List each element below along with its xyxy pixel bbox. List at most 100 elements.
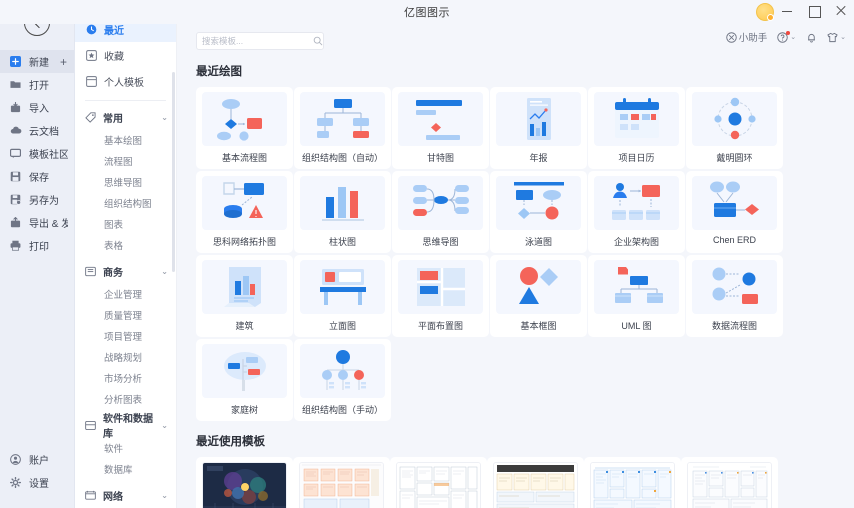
category-sub-item[interactable]: 组织结构图 [75, 192, 176, 213]
template-card[interactable]: B站商业画布 [584, 457, 681, 508]
canvas-dark-head-thumb [494, 463, 577, 508]
drawing-card[interactable]: 家庭树 [196, 339, 293, 421]
drawing-card[interactable]: 建筑 [196, 255, 293, 337]
familytree-icon [223, 352, 266, 391]
category-sub-item[interactable]: 图表 [75, 213, 176, 234]
card-label: 戴明圆环 [716, 153, 753, 163]
nav-item-export-send[interactable]: 导出 & 发送 [0, 211, 74, 234]
drawing-card[interactable]: 年报 [490, 87, 587, 169]
nav-item-settings[interactable]: 设置 [0, 471, 74, 494]
drawing-card[interactable]: UML 图 [588, 255, 685, 337]
star-box-icon [85, 49, 97, 61]
chevron-down-icon[interactable]: ⌄ [790, 33, 796, 41]
drawing-card[interactable]: 基本框图 [490, 255, 587, 337]
card-thumbnail [300, 260, 385, 314]
template-card[interactable]: 顺丰商业分析画布 [390, 457, 487, 508]
category-sub-item[interactable]: 基本绘图 [75, 129, 176, 150]
category-group-software-database[interactable]: 软件和数据库 ⌄ [75, 413, 176, 440]
search-box[interactable] [196, 32, 324, 50]
category-sub-item[interactable]: 项目管理 [75, 325, 176, 346]
drawing-card[interactable]: 思科网络拓扑图 [196, 171, 293, 253]
nav-item-cloud[interactable]: 云文档 [0, 119, 74, 142]
drawing-card[interactable]: 甘特图 [392, 87, 489, 169]
template-card[interactable]: 苹果商业画布 [681, 457, 778, 508]
card-label: 家庭树 [230, 405, 258, 415]
chevron-down-icon[interactable]: ⌄ [161, 113, 168, 122]
drawing-card[interactable]: Chen ERD [686, 171, 783, 253]
category-sub-item[interactable]: 质量管理 [75, 304, 176, 325]
user-avatar[interactable] [756, 3, 774, 21]
new-plus-button[interactable]: + [60, 56, 67, 68]
card-label: 组织结构图（手动） [301, 405, 383, 415]
recent-templates-grid: 产品全向数据图 [196, 457, 854, 508]
card-thumbnail [202, 176, 287, 230]
category-group-network[interactable]: 网络 ⌄ [75, 483, 176, 507]
nav-item-save-as[interactable]: 另存为 [0, 188, 74, 211]
nav-item-open[interactable]: 打开 [0, 73, 74, 96]
card-thumbnail [594, 92, 679, 146]
notification-button[interactable] [806, 32, 817, 43]
chevron-down-icon[interactable]: ⌄ [840, 33, 846, 41]
nav-item-save[interactable]: 保存 [0, 165, 74, 188]
drawing-card[interactable]: 基本流程图 [196, 87, 293, 169]
theme-button[interactable]: ⌄ [827, 32, 846, 43]
app-window: 亿图图示 新建 + 打开 导入 云文档 模板社区 保存 另存为 导出 & 发 打… [0, 0, 854, 508]
print-icon [9, 239, 22, 252]
drawing-card[interactable]: 泳道图 [490, 171, 587, 253]
category-sub-item[interactable]: 分析图表 [75, 388, 176, 409]
drawing-card[interactable]: 数据流程图 [686, 255, 783, 337]
search-input[interactable] [202, 36, 313, 46]
nav-label: 导入 [29, 104, 49, 115]
left-nav: 新建 + 打开 导入 云文档 模板社区 保存 另存为 导出 & 发 打印 账户 … [0, 0, 75, 508]
category-sub-item[interactable]: 软件 [75, 437, 176, 458]
category-favorites[interactable]: 收藏 [75, 42, 176, 68]
card-label: 基本流程图 [221, 153, 267, 163]
drawing-card[interactable]: 柱状图 [294, 171, 391, 253]
drawing-card[interactable]: 立面图 [294, 255, 391, 337]
category-sub-item[interactable]: 思维导图 [75, 171, 176, 192]
sidebar-scrollbar[interactable] [172, 72, 175, 272]
category-sub-item[interactable]: 战略规划 [75, 346, 176, 367]
nav-label: 打开 [29, 81, 49, 92]
category-group-business[interactable]: 商务 ⌄ [75, 259, 176, 283]
drawing-card[interactable]: 企业架构图 [588, 171, 685, 253]
assistant-button[interactable]: 小助手 [726, 30, 767, 44]
category-group-common[interactable]: 常用 ⌄ [75, 105, 176, 129]
main-content: 小助手 ⌄ ⌄ 搜索模板... 最近绘图 基本流程图 组织结构图（自动） 甘特图… [177, 0, 854, 508]
nav-item-new[interactable]: 新建 + [0, 50, 74, 73]
maximize-button[interactable] [807, 4, 821, 18]
save-as-icon [9, 193, 22, 206]
category-sub-item[interactable]: 表格 [75, 234, 176, 255]
card-thumbnail [398, 260, 483, 314]
business-icon [85, 266, 96, 277]
chevron-down-icon[interactable]: ⌄ [161, 491, 168, 500]
drawing-card[interactable]: 戴明圆环 [686, 87, 783, 169]
card-label: 立面图 [328, 321, 356, 331]
nav-item-import[interactable]: 导入 [0, 96, 74, 119]
category-sub-item[interactable]: 市场分析 [75, 367, 176, 388]
left-nav-list: 新建 + 打开 导入 云文档 模板社区 保存 另存为 导出 & 发 打印 [0, 50, 74, 257]
template-card[interactable]: 产品全向数据图 [196, 457, 293, 508]
card-label: 泳道图 [524, 237, 552, 247]
template-card[interactable]: 特斯拉商业模式画布 [487, 457, 584, 508]
close-button[interactable] [834, 4, 848, 18]
drawing-card[interactable]: 思维导图 [392, 171, 489, 253]
chevron-down-icon[interactable]: ⌄ [161, 421, 168, 430]
drawing-card[interactable]: 平面布置图 [392, 255, 489, 337]
nav-item-account[interactable]: 账户 [0, 448, 74, 471]
help-button[interactable]: ⌄ [777, 30, 796, 43]
drawing-card[interactable]: 组织结构图（手动） [294, 339, 391, 421]
community-icon [9, 147, 22, 160]
drawing-card[interactable]: 项目日历 [588, 87, 685, 169]
category-sub-item[interactable]: 数据库 [75, 458, 176, 479]
chevron-down-icon[interactable]: ⌄ [161, 267, 168, 276]
nav-item-community[interactable]: 模板社区 [0, 142, 74, 165]
drawing-card[interactable]: 组织结构图（自动） [294, 87, 391, 169]
category-personal-template[interactable]: 个人模板 [75, 68, 176, 94]
category-sub-item[interactable]: 流程图 [75, 150, 176, 171]
minimize-button[interactable] [780, 4, 794, 18]
nav-item-print[interactable]: 打印 [0, 234, 74, 257]
search-icon[interactable] [313, 36, 323, 46]
category-sub-item[interactable]: 企业管理 [75, 283, 176, 304]
template-card[interactable]: 故宫文创商业模式画布 [293, 457, 390, 508]
